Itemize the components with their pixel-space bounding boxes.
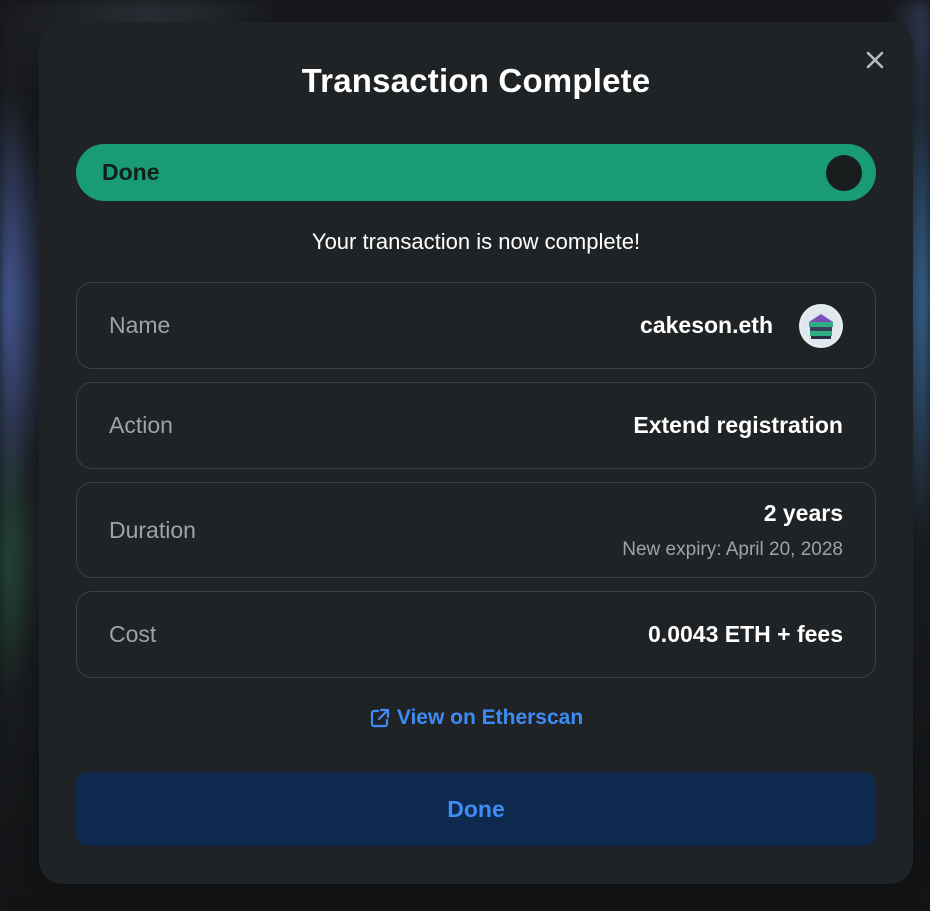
dialog-title: Transaction Complete <box>301 62 651 99</box>
completion-message: Your transaction is now complete! <box>311 229 641 254</box>
name-avatar-icon <box>799 303 843 348</box>
detail-row-duration: Duration 2 years New expiry: April 20, 2… <box>76 482 876 578</box>
cost-label: Cost <box>109 621 157 647</box>
progress-indicator <box>826 155 862 191</box>
duration-value: 2 years <box>763 499 843 526</box>
transaction-complete-dialog: Transaction Complete Done Your transacti… <box>39 22 913 884</box>
external-link-icon <box>370 708 389 728</box>
duration-label: Duration <box>109 516 196 543</box>
detail-row-action: Action Extend registration <box>76 382 876 469</box>
cost-value: 0.0043 ETH + fees <box>648 621 843 647</box>
view-on-etherscan-link[interactable]: View on Etherscan <box>39 706 913 730</box>
progress-label: Done <box>102 159 160 185</box>
action-value: Extend registration <box>633 412 843 438</box>
new-expiry-text: New expiry: April 20, 2028 <box>622 538 843 560</box>
done-button[interactable]: Done <box>76 772 876 846</box>
progress-bar: Done <box>76 144 876 201</box>
name-value: cakeson.eth <box>640 312 773 338</box>
detail-row-name: Name cakeson.eth <box>76 282 876 369</box>
detail-row-cost: Cost 0.0043 ETH + fees <box>76 591 876 678</box>
done-button-label: Done <box>447 795 505 822</box>
name-label: Name <box>109 312 171 338</box>
action-label: Action <box>109 412 173 438</box>
etherscan-link-label: View on Etherscan <box>396 706 584 729</box>
